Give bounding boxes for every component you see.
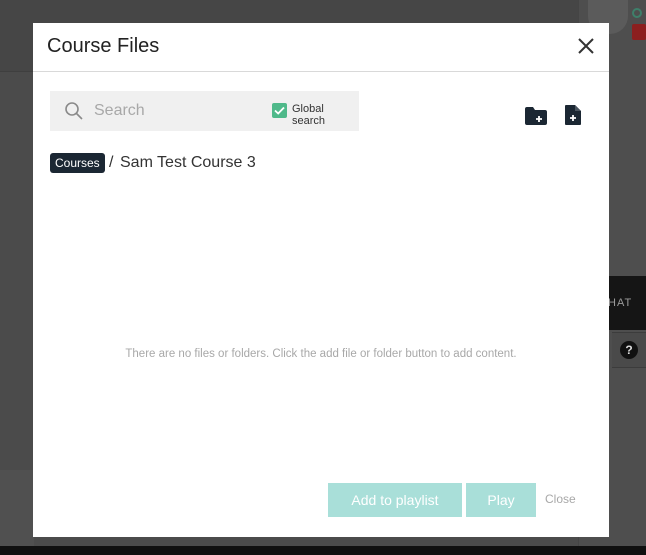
- background-bottom-bar: [0, 546, 646, 555]
- breadcrumb-separator: /: [109, 154, 114, 171]
- add-to-playlist-button[interactable]: Add to playlist: [328, 483, 462, 517]
- search-bar: Global search: [50, 91, 359, 131]
- play-button[interactable]: Play: [466, 483, 536, 517]
- breadcrumb-current: Sam Test Course 3: [120, 154, 256, 171]
- file-add-icon[interactable]: [565, 105, 581, 125]
- global-search-checkbox[interactable]: [272, 103, 287, 118]
- background-left-panel: [0, 470, 34, 546]
- help-button-container: ?: [612, 332, 646, 368]
- modal-title: Course Files: [47, 35, 160, 57]
- global-search-label[interactable]: Global search: [292, 103, 359, 127]
- close-button[interactable]: Close: [545, 492, 576, 506]
- help-icon: ?: [620, 341, 638, 359]
- modal-header: Course Files: [33, 23, 609, 72]
- status-indicator: [632, 8, 642, 18]
- course-files-modal: Course Files Global search Courses / Sam…: [33, 23, 609, 537]
- close-icon[interactable]: [575, 35, 597, 57]
- breadcrumb-courses[interactable]: Courses: [50, 153, 105, 173]
- search-icon: [64, 101, 84, 121]
- search-input[interactable]: [94, 100, 244, 122]
- empty-state-message: There are no files or folders. Click the…: [125, 348, 517, 360]
- notification-badge: [632, 24, 646, 40]
- folder-add-icon[interactable]: [525, 107, 547, 125]
